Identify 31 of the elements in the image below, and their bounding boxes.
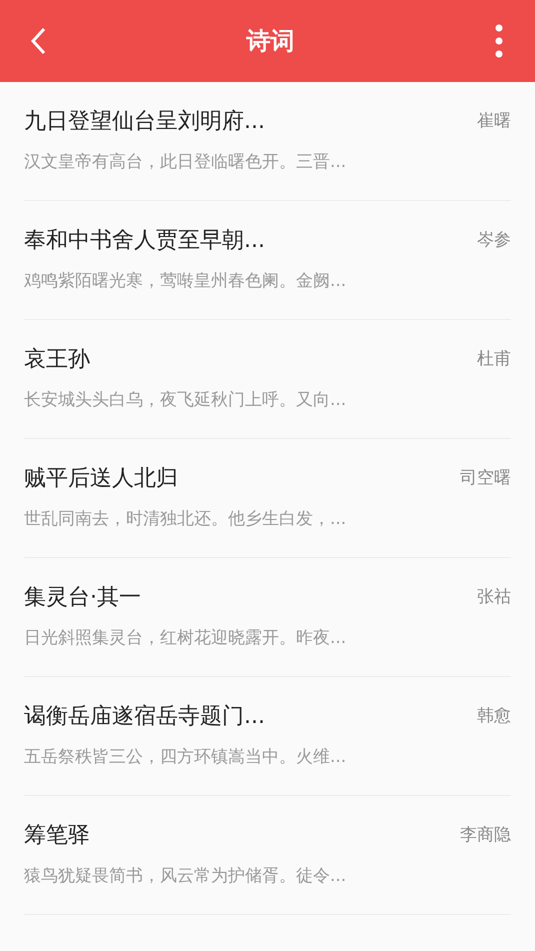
poem-author: 杜甫 (477, 348, 511, 370)
poem-author: 韩愈 (477, 705, 511, 727)
poem-excerpt: 五岳祭秩皆三公，四方环镇嵩当中。火维... (24, 746, 348, 768)
poem-excerpt: 长安城头头白乌，夜飞延秋门上呼。又向... (24, 388, 348, 410)
back-icon[interactable] (30, 27, 46, 55)
poem-title: 集灵台·其一 (24, 584, 141, 612)
poem-author: 崔曙 (477, 110, 511, 132)
poem-title: 谒衡岳庙遂宿岳寺题门... (24, 702, 265, 730)
poem-item[interactable]: 筹笔驿 李商隐 猿鸟犹疑畏简书，风云常为护储胥。徒令... (24, 796, 511, 915)
poem-title: 奉和中书舍人贾至早朝... (24, 226, 265, 254)
poem-author: 岑参 (477, 229, 511, 251)
poem-author: 司空曙 (460, 467, 511, 489)
poem-item[interactable]: 奉和中书舍人贾至早朝... 岑参 鸡鸣紫陌曙光寒，莺啭皇州春色阑。金阙... (24, 201, 511, 320)
poem-item[interactable]: 谒衡岳庙遂宿岳寺题门... 韩愈 五岳祭秩皆三公，四方环镇嵩当中。火维... (24, 677, 511, 796)
poem-item[interactable]: 哀王孙 杜甫 长安城头头白乌，夜飞延秋门上呼。又向... (24, 320, 511, 439)
poem-author: 张祜 (477, 586, 511, 608)
poem-item[interactable]: 九日登望仙台呈刘明府... 崔曙 汉文皇帝有高台，此日登临曙色开。三晋... (24, 82, 511, 201)
poem-title: 哀王孙 (24, 346, 90, 374)
poem-title: 贼平后送人北归 (24, 464, 178, 492)
poem-excerpt: 世乱同南去，时清独北还。他乡生白发，... (24, 508, 348, 530)
poem-item[interactable]: 集灵台·其一 张祜 日光斜照集灵台，红树花迎晓露开。昨夜... (24, 558, 511, 677)
poem-excerpt: 汉文皇帝有高台，此日登临曙色开。三晋... (24, 150, 348, 172)
poem-excerpt: 日光斜照集灵台，红树花迎晓露开。昨夜... (24, 626, 348, 648)
page-title: 诗词 (246, 26, 294, 57)
more-icon[interactable] (495, 24, 503, 58)
poem-item[interactable]: 贼平后送人北归 司空曙 世乱同南去，时清独北还。他乡生白发，... (24, 439, 511, 558)
poem-author: 李商隐 (460, 824, 511, 846)
poem-title: 筹笔驿 (24, 822, 90, 850)
poem-excerpt: 鸡鸣紫陌曙光寒，莺啭皇州春色阑。金阙... (24, 270, 348, 292)
poem-title: 九日登望仙台呈刘明府... (24, 108, 265, 136)
poem-excerpt: 猿鸟犹疑畏简书，风云常为护储胥。徒令... (24, 864, 348, 886)
